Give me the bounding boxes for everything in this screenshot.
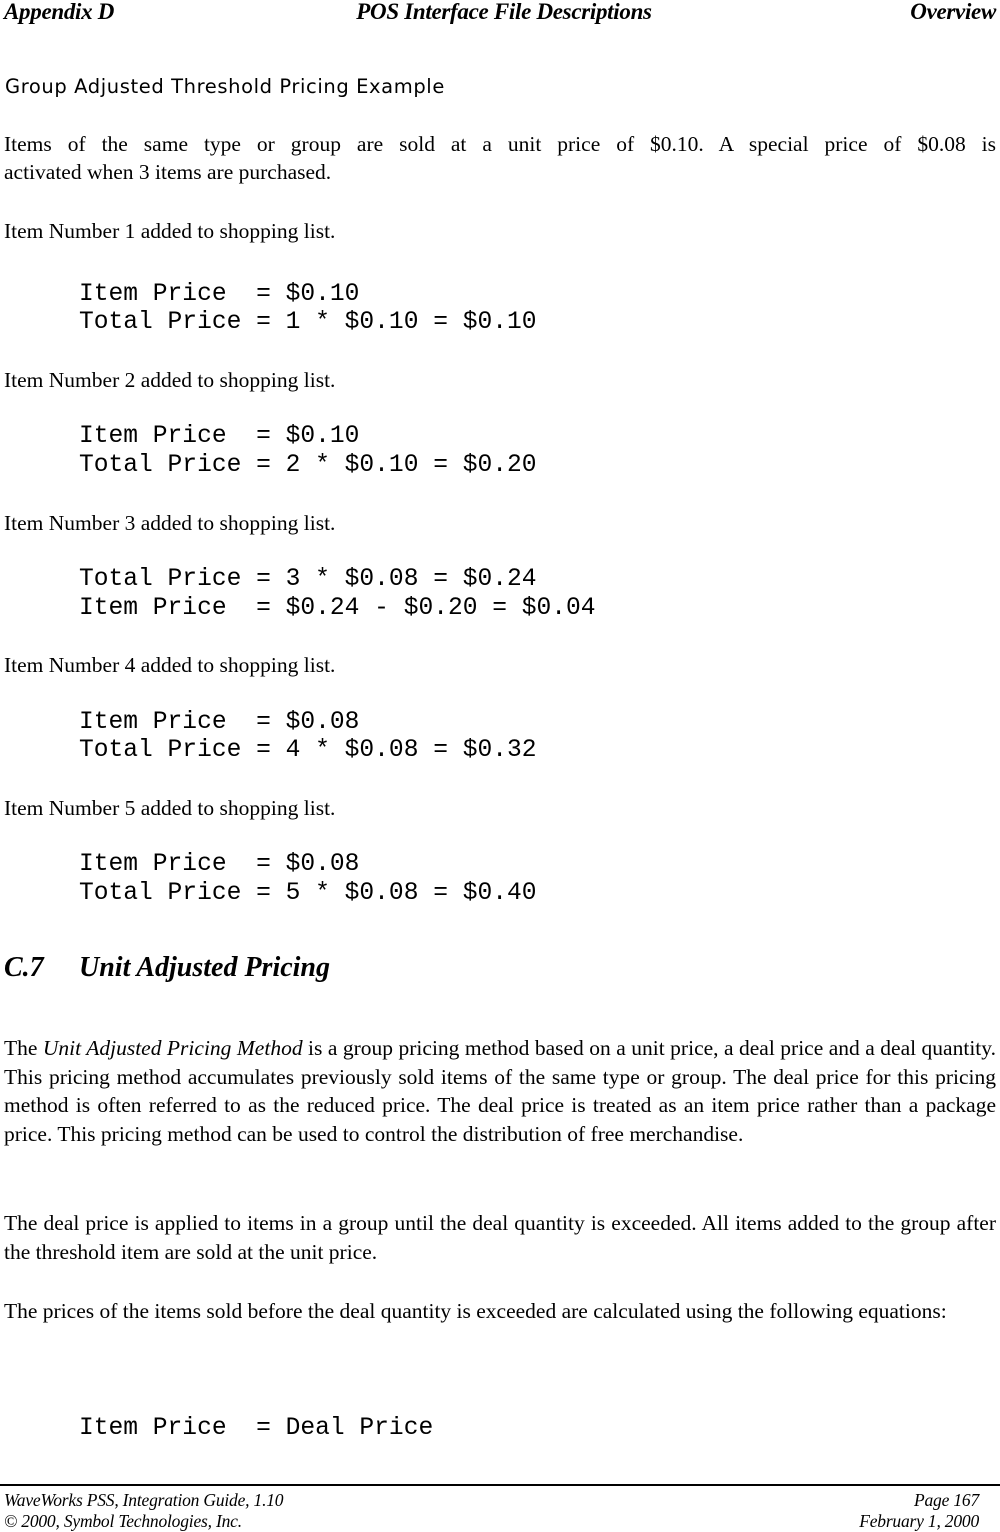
section-paragraph-2: The deal price is applied to items in a … <box>4 1211 996 1264</box>
step-2-label: Item Number 2 added to shopping list. <box>4 368 336 392</box>
step-3-code-line-1: Total Price = 3 * $0.08 = $0.24 <box>79 566 537 593</box>
section-title: Unit Adjusted Pricing <box>79 952 331 983</box>
paragraph-1-prefix: The <box>4 1036 43 1060</box>
step-4-code-line-1: Item Price = $0.08 <box>79 709 360 736</box>
step-5-code-line-2: Total Price = 5 * $0.08 = $0.40 <box>79 880 537 907</box>
step-1-code-line-1: Item Price = $0.10 <box>79 281 360 308</box>
footer-document-title: WaveWorks PSS, Integration Guide, 1.10 <box>4 1490 284 1510</box>
section-number: C.7 <box>4 952 44 983</box>
section-paragraph-1: The Unit Adjusted Pricing Method is a gr… <box>4 1034 996 1148</box>
step-3-label: Item Number 3 added to shopping list. <box>4 511 336 535</box>
example-heading: Group Adjusted Threshold Pricing Example <box>5 75 445 98</box>
running-header-right: Overview <box>910 0 996 24</box>
step-5-code-line-1: Item Price = $0.08 <box>79 851 360 878</box>
footer-copyright: © 2000, Symbol Technologies, Inc. <box>4 1511 242 1531</box>
step-5-label: Item Number 5 added to shopping list. <box>4 796 336 820</box>
equation-line: Item Price = Deal Price <box>79 1415 434 1442</box>
step-4-label: Item Number 4 added to shopping list. <box>4 653 336 677</box>
step-2-code-line-1: Item Price = $0.10 <box>79 423 360 450</box>
intro-paragraph-line-1: Items of the same type or group are sold… <box>4 132 996 156</box>
intro-paragraph-line-2: activated when 3 items are purchased. <box>4 160 332 184</box>
footer-page-number: Page 167 <box>914 1490 979 1510</box>
step-1-label: Item Number 1 added to shopping list. <box>4 219 336 243</box>
section-paragraph-3: The prices of the items sold before the … <box>4 1299 947 1323</box>
step-1-code-line-2: Total Price = 1 * $0.10 = $0.10 <box>79 309 537 336</box>
step-2-code-line-2: Total Price = 2 * $0.10 = $0.20 <box>79 452 537 479</box>
footer-date: February 1, 2000 <box>859 1511 979 1531</box>
method-name-emphasis: Unit Adjusted Pricing Method <box>42 1036 303 1060</box>
step-3-code-line-2: Item Price = $0.24 - $0.20 = $0.04 <box>79 595 596 622</box>
section-heading: C.7 Unit Adjusted Pricing <box>4 950 330 986</box>
running-header-title: POS Interface File Descriptions <box>356 0 652 24</box>
footer-divider <box>0 1484 1000 1486</box>
step-4-code-line-2: Total Price = 4 * $0.08 = $0.32 <box>79 737 537 764</box>
